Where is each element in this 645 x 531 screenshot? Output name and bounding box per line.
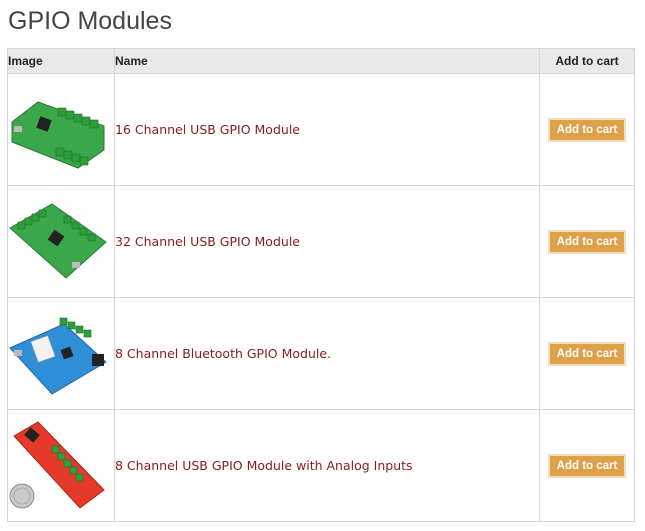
table-row: 16 Channel USB GPIO Module Add to cart — [7, 73, 635, 186]
product-link[interactable]: 8 Channel USB GPIO Module with Analog In… — [115, 458, 413, 473]
add-to-cart-cell: Add to cart — [539, 409, 635, 522]
table-row: 8 Channel Bluetooth GPIO Module. Add to … — [7, 297, 635, 410]
product-image-cell — [7, 409, 115, 522]
add-to-cart-button[interactable]: Add to cart — [547, 341, 627, 366]
table-row: 32 Channel USB GPIO Module Add to cart — [7, 185, 635, 298]
add-to-cart-cell: Add to cart — [539, 185, 635, 298]
product-table: Image Name Add to cart 16 Channel USB GP… — [7, 48, 635, 522]
usb-gpio-16-board-image[interactable] — [8, 79, 108, 180]
page-title: GPIO Modules — [8, 7, 172, 35]
product-image-cell — [7, 185, 115, 298]
product-name-cell: 16 Channel USB GPIO Module — [114, 73, 540, 186]
add-to-cart-cell: Add to cart — [539, 297, 635, 410]
product-image-cell — [7, 297, 115, 410]
usb-gpio-8-analog-board-image[interactable] — [8, 415, 108, 516]
bluetooth-gpio-8-board-image[interactable] — [8, 303, 108, 404]
table-row: 8 Channel USB GPIO Module with Analog In… — [7, 409, 635, 522]
product-name-cell: 32 Channel USB GPIO Module — [114, 185, 540, 298]
add-to-cart-button[interactable]: Add to cart — [547, 453, 627, 478]
add-to-cart-cell: Add to cart — [539, 73, 635, 186]
table-header-row: Image Name Add to cart — [7, 48, 635, 74]
product-link[interactable]: 32 Channel USB GPIO Module — [115, 234, 300, 249]
product-link[interactable]: 16 Channel USB GPIO Module — [115, 122, 300, 137]
usb-gpio-32-board-image[interactable] — [8, 191, 108, 292]
product-name-cell: 8 Channel USB GPIO Module with Analog In… — [114, 409, 540, 522]
product-name-cell: 8 Channel Bluetooth GPIO Module. — [114, 297, 540, 410]
header-image: Image — [7, 48, 115, 74]
header-name[interactable]: Name — [114, 48, 540, 74]
header-add-to-cart: Add to cart — [539, 48, 635, 74]
product-image-cell — [7, 73, 115, 186]
product-link[interactable]: 8 Channel Bluetooth GPIO Module. — [115, 346, 331, 361]
add-to-cart-button[interactable]: Add to cart — [547, 229, 627, 254]
add-to-cart-button[interactable]: Add to cart — [547, 117, 627, 142]
